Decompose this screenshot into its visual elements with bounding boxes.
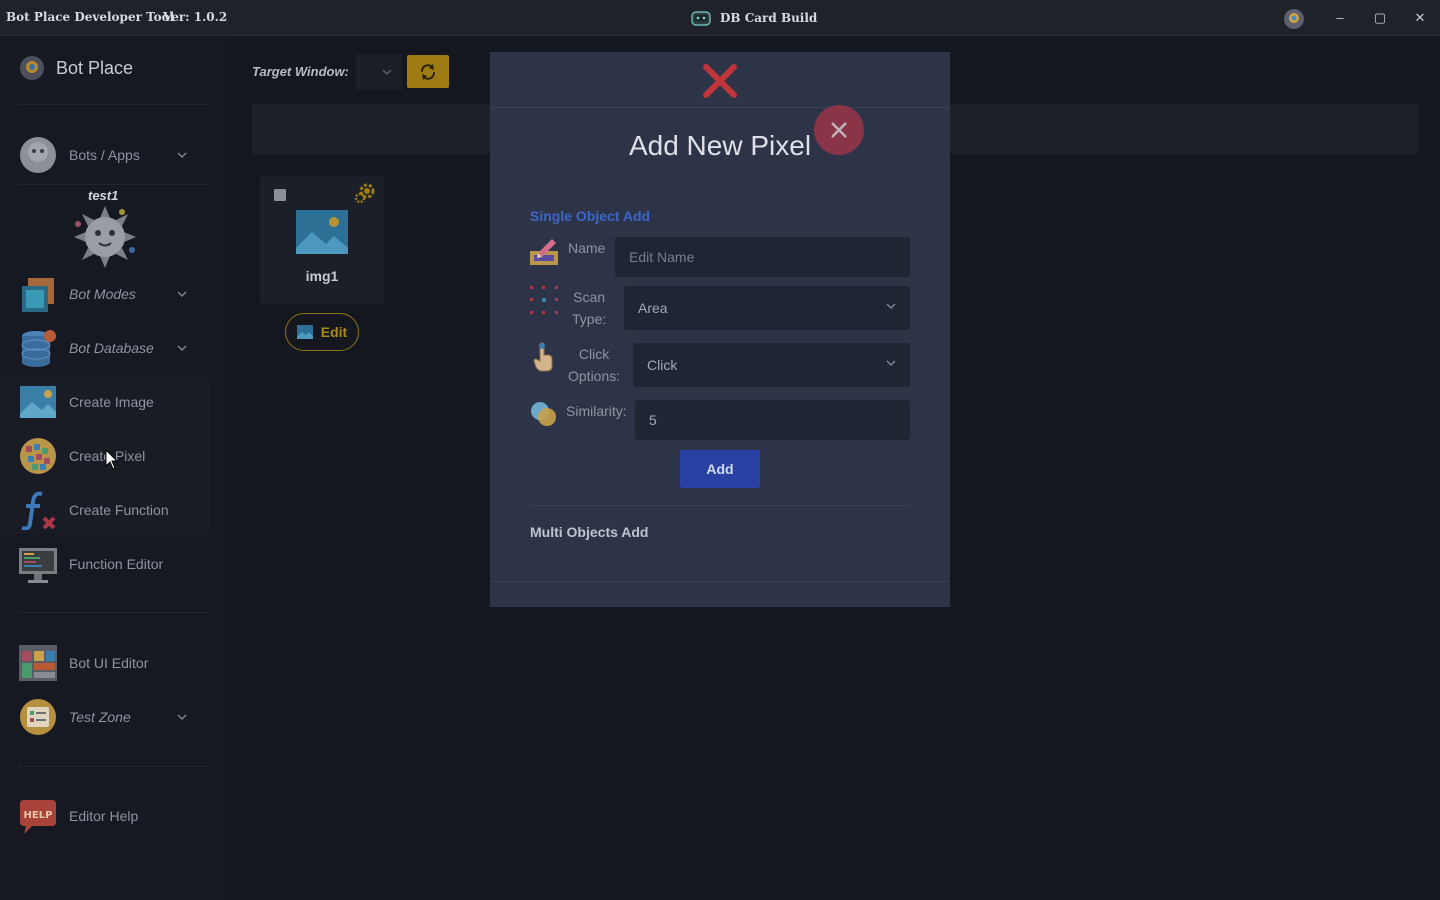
sidebar-item-bot-database[interactable]: Bot Database	[0, 321, 210, 375]
image-icon	[296, 210, 348, 254]
sidebar-item-test-zone[interactable]: Test Zone	[0, 690, 210, 744]
click-options-label-line2: Options:	[568, 368, 621, 384]
modes-icon	[22, 278, 54, 312]
edit-pencil-icon	[530, 239, 558, 265]
section-single-object-add[interactable]: Single Object Add	[530, 208, 650, 224]
bot-place-logo-icon	[1284, 9, 1304, 29]
sidebar-item-editor-help[interactable]: HELP Editor Help	[0, 789, 210, 843]
scan-type-label-line2: Type:	[572, 311, 607, 327]
close-circle-button[interactable]	[814, 105, 864, 155]
svg-text:HELP: HELP	[24, 810, 53, 821]
sidebar-item-label: Create Image	[69, 394, 154, 410]
database-icon	[21, 330, 56, 367]
profile-name: test1	[88, 188, 119, 203]
add-button[interactable]: Add	[680, 450, 760, 488]
help-icon: HELP	[20, 800, 56, 834]
function-icon	[21, 491, 56, 530]
scan-type-label: Scan Type:	[572, 286, 606, 330]
avatar[interactable]	[72, 204, 138, 270]
divider	[18, 766, 210, 767]
name-input[interactable]: Edit Name	[615, 237, 910, 277]
app-title: Bot Place Developer Tool	[6, 10, 175, 24]
target-window-label: Target Window:	[252, 64, 349, 79]
chevron-down-icon	[382, 69, 392, 75]
image-edit-icon	[296, 325, 313, 339]
sidebar-item-bot-modes[interactable]: Bot Modes	[0, 267, 210, 321]
similarity-input[interactable]: 5	[635, 400, 910, 440]
add-pixel-modal: Add New Pixel Single Object Add Name Edi…	[490, 52, 950, 607]
ui-grid-icon	[19, 645, 57, 681]
divider	[490, 581, 950, 582]
section-multi-objects-add[interactable]: Multi Objects Add	[530, 524, 648, 540]
scan-type-value: Area	[638, 300, 668, 316]
sidebar-item-function-editor[interactable]: Function Editor	[0, 537, 210, 591]
maximize-button[interactable]: ▢	[1370, 8, 1390, 28]
similarity-label: Similarity:	[566, 403, 627, 419]
close-icon	[831, 122, 847, 138]
divider	[490, 107, 950, 108]
card-checkbox[interactable]	[274, 189, 286, 201]
modal-title: Add New Pixel	[628, 130, 812, 161]
chevron-down-icon	[886, 303, 896, 309]
sidebar-item-label: Bot Modes	[69, 286, 136, 302]
sidebar-item-label: Test Zone	[69, 709, 131, 725]
bot-place-logo-icon	[20, 56, 44, 80]
pixel-globe-icon	[20, 438, 56, 474]
close-window-button[interactable]: ✕	[1410, 8, 1430, 28]
sidebar-item-label: Bot UI Editor	[69, 655, 149, 671]
test-zone-icon	[20, 699, 56, 735]
mouse-cursor-icon	[105, 449, 119, 470]
target-window-select[interactable]	[356, 54, 402, 90]
bot-ball-icon	[20, 137, 56, 173]
title-bar: Bot Place Developer Tool Ver: 1.0.2 DB C…	[0, 0, 1440, 36]
scan-type-label-line1: Scan	[573, 289, 606, 305]
chevron-down-icon	[177, 345, 187, 352]
chevron-down-icon	[177, 152, 187, 159]
robot-head-icon	[691, 11, 711, 26]
window-title: DB Card Build	[690, 9, 817, 27]
gear-icon[interactable]	[354, 182, 376, 204]
version-label: Ver: 1.0.2	[163, 10, 228, 24]
similarity-circles-icon	[531, 402, 556, 426]
window-title-text: DB Card Build	[720, 11, 818, 25]
sidebar-item-label: Editor Help	[69, 808, 139, 824]
sidebar-item-bots-apps[interactable]: Bots / Apps	[0, 128, 210, 182]
sidebar-item-label: Bot Database	[69, 340, 154, 356]
scan-type-select[interactable]: Area	[624, 286, 910, 330]
click-options-label: Click Options:	[568, 343, 620, 387]
sidebar-item-label: Function Editor	[69, 556, 164, 572]
sidebar-item-bot-ui-editor[interactable]: Bot UI Editor	[0, 636, 210, 690]
divider	[18, 184, 210, 185]
click-options-value: Click	[647, 357, 678, 373]
monitor-code-icon	[19, 548, 57, 583]
brand-name: Bot Place	[56, 57, 134, 78]
chevron-down-icon	[177, 714, 187, 721]
edit-button-label: Edit	[320, 324, 348, 340]
scan-area-icon	[530, 286, 558, 314]
chevron-down-icon	[177, 291, 187, 298]
brand[interactable]: Bot Place	[18, 54, 133, 82]
sidebar-item-create-image[interactable]: Create Image	[0, 375, 210, 429]
sidebar-item-label: Create Function	[69, 502, 169, 518]
refresh-icon	[420, 63, 436, 80]
sidebar-item-label: Bots / Apps	[69, 147, 140, 163]
image-card[interactable]: img1	[260, 176, 384, 304]
hand-pointer-icon	[533, 342, 553, 372]
click-options-select[interactable]: Click	[633, 343, 910, 387]
refresh-button[interactable]	[407, 55, 449, 88]
close-icon[interactable]	[702, 63, 738, 99]
edit-button[interactable]: Edit	[285, 313, 359, 351]
image-icon	[20, 386, 56, 418]
image-card-name: img1	[305, 268, 339, 284]
minimize-button[interactable]: –	[1330, 8, 1350, 28]
click-options-label-line1: Click	[578, 346, 610, 362]
divider	[530, 505, 910, 506]
divider	[18, 104, 210, 105]
divider	[18, 612, 210, 613]
sidebar-item-create-function[interactable]: Create Function	[0, 483, 210, 537]
name-label: Name	[568, 240, 606, 256]
chevron-down-icon	[886, 360, 896, 366]
